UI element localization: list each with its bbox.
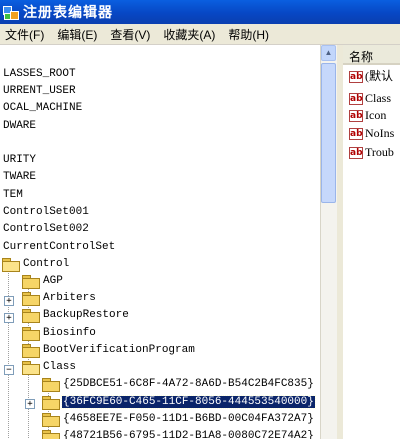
- scroll-up-icon[interactable]: ▲: [321, 45, 336, 61]
- column-header-label: 名称: [349, 50, 374, 64]
- folder-icon: [42, 396, 60, 410]
- value-name: (默认: [365, 69, 393, 83]
- scroll-thumb[interactable]: [321, 63, 336, 203]
- tree-item[interactable]: LASSES_ROOT: [2, 66, 77, 83]
- value-row[interactable]: ab NoIns: [349, 125, 394, 142]
- value-row[interactable]: ab (默认: [349, 68, 393, 85]
- window-title: 注册表编辑器: [23, 4, 113, 20]
- tree-item-backuprestore[interactable]: BackupRestore: [42, 307, 130, 324]
- tree-item-arbiters[interactable]: Arbiters: [42, 290, 97, 307]
- tree-item-guid[interactable]: {25DBCE51-6C8F-4A72-8A6D-B54C2B4FC835}: [62, 376, 315, 393]
- folder-open-icon: [2, 258, 20, 272]
- tree-item-agp[interactable]: AGP: [42, 273, 64, 290]
- string-value-icon: ab: [349, 128, 363, 141]
- folder-icon: [22, 292, 40, 306]
- expand-icon[interactable]: +: [25, 399, 35, 409]
- menu-view[interactable]: 查看(V): [105, 26, 156, 43]
- folder-icon: [22, 327, 40, 341]
- tree-item[interactable]: TEM: [2, 187, 24, 204]
- value-name: NoIns: [365, 126, 395, 140]
- folder-icon: [22, 275, 40, 289]
- collapse-icon[interactable]: −: [4, 365, 14, 375]
- menu-help[interactable]: 帮助(H): [223, 26, 275, 43]
- string-value-icon: ab: [349, 71, 363, 84]
- tree-item[interactable]: URITY: [2, 152, 37, 169]
- tree-item[interactable]: OCAL_MACHINE: [2, 100, 83, 117]
- tree-connector: [8, 258, 9, 439]
- tree-item[interactable]: CurrentControlSet: [2, 239, 116, 256]
- registry-tree[interactable]: LASSES_ROOT URRENT_USER OCAL_MACHINE DWA…: [0, 45, 320, 439]
- tree-item-control[interactable]: Control: [22, 256, 70, 273]
- tree-item-guid[interactable]: {4658EE7E-F050-11D1-B6BD-00C04FA372A7}: [62, 411, 315, 428]
- title-bar[interactable]: 注册表编辑器: [0, 0, 400, 24]
- tree-item-class[interactable]: Class: [42, 359, 77, 376]
- string-value-icon: ab: [349, 110, 363, 123]
- tree-item[interactable]: [2, 135, 4, 152]
- tree-item[interactable]: ControlSet002: [2, 221, 90, 238]
- tree-item-guid[interactable]: {48721B56-6795-11D2-B1A8-0080C72E74A2}: [62, 428, 315, 439]
- tree-item[interactable]: DWARE: [2, 118, 37, 135]
- folder-icon: [42, 430, 60, 439]
- menu-favorites[interactable]: 收藏夹(A): [158, 26, 221, 43]
- menu-file[interactable]: 文件(F): [0, 26, 50, 43]
- folder-icon: [22, 344, 40, 358]
- expand-icon[interactable]: +: [4, 296, 14, 306]
- folder-open-icon: [22, 361, 40, 375]
- value-name: Troub: [365, 145, 394, 159]
- value-row[interactable]: ab Class: [349, 90, 391, 107]
- tree-item[interactable]: TWARE: [2, 169, 37, 186]
- string-value-icon: ab: [349, 147, 363, 160]
- column-header-name[interactable]: 名称: [343, 45, 400, 65]
- tree-scrollbar[interactable]: ▲: [320, 45, 337, 439]
- tree-item[interactable]: ControlSet001: [2, 204, 90, 221]
- string-value-icon: ab: [349, 93, 363, 106]
- tree-item-bootverification[interactable]: BootVerificationProgram: [42, 342, 196, 359]
- value-row[interactable]: ab Icon: [349, 107, 386, 124]
- menu-bar: 文件(F) 编辑(E) 查看(V) 收藏夹(A) 帮助(H): [0, 24, 400, 45]
- expand-icon[interactable]: +: [4, 313, 14, 323]
- tree-item-biosinfo[interactable]: Biosinfo: [42, 325, 97, 342]
- tree-item[interactable]: URRENT_USER: [2, 83, 77, 100]
- value-row[interactable]: ab Troub: [349, 144, 394, 161]
- values-list[interactable]: 名称 ab (默认 ab Class ab Icon ab NoIns ab Troub: [343, 45, 400, 439]
- folder-icon: [22, 309, 40, 323]
- value-name: Class: [365, 91, 392, 105]
- value-name: Icon: [365, 108, 387, 122]
- folder-icon: [42, 413, 60, 427]
- menu-edit[interactable]: 编辑(E): [52, 26, 103, 43]
- registry-icon: [3, 4, 19, 20]
- folder-icon: [42, 378, 60, 392]
- tree-item-guid-selected[interactable]: {36FC9E60-C465-11CF-8056-444553540000}: [61, 394, 316, 411]
